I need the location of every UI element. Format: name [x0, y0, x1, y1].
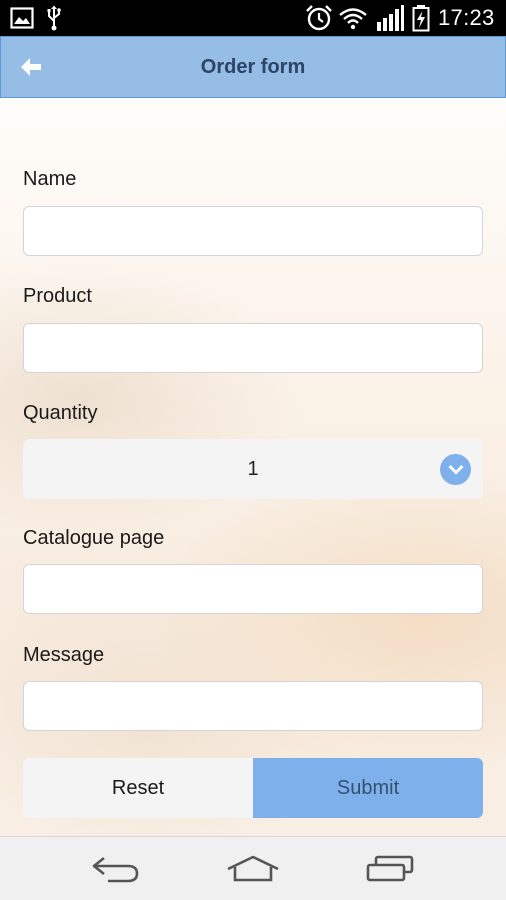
nav-back-button[interactable] — [81, 847, 151, 891]
quantity-select[interactable]: 1 — [23, 439, 483, 499]
status-bar: 17:23 — [0, 0, 506, 36]
usb-icon — [47, 5, 61, 31]
back-button[interactable] — [9, 45, 53, 89]
alarm-icon — [306, 5, 332, 31]
name-input[interactable] — [23, 206, 483, 256]
message-label: Message — [23, 644, 105, 666]
catalogue-page-label: Catalogue page — [23, 527, 165, 549]
form-area: Name Product Quantity 1 Catalogue page M… — [0, 98, 506, 836]
chevron-down-icon — [440, 454, 471, 485]
submit-button[interactable]: Submit — [253, 758, 483, 818]
app-header: Order form — [0, 36, 506, 98]
wifi-icon — [339, 8, 367, 30]
nav-recent-button[interactable] — [355, 847, 425, 891]
back-nav-icon — [92, 856, 139, 883]
home-nav-icon — [227, 855, 279, 882]
gallery-icon — [10, 7, 34, 29]
quantity-value: 1 — [247, 458, 259, 480]
reset-button[interactable]: Reset — [23, 758, 253, 818]
back-arrow-icon — [21, 58, 41, 76]
product-input[interactable] — [23, 323, 483, 373]
message-input[interactable] — [23, 681, 483, 731]
recent-apps-icon — [366, 855, 414, 882]
name-label: Name — [23, 168, 77, 190]
nav-home-button[interactable] — [218, 847, 288, 891]
battery-charging-icon — [412, 5, 430, 32]
page-title: Order form — [200, 56, 306, 78]
status-time: 17:23 — [438, 5, 495, 30]
signal-icon — [377, 5, 404, 31]
catalogue-page-input[interactable] — [23, 564, 483, 614]
quantity-label: Quantity — [23, 402, 98, 424]
product-label: Product — [23, 285, 92, 307]
system-nav-bar — [0, 836, 506, 900]
